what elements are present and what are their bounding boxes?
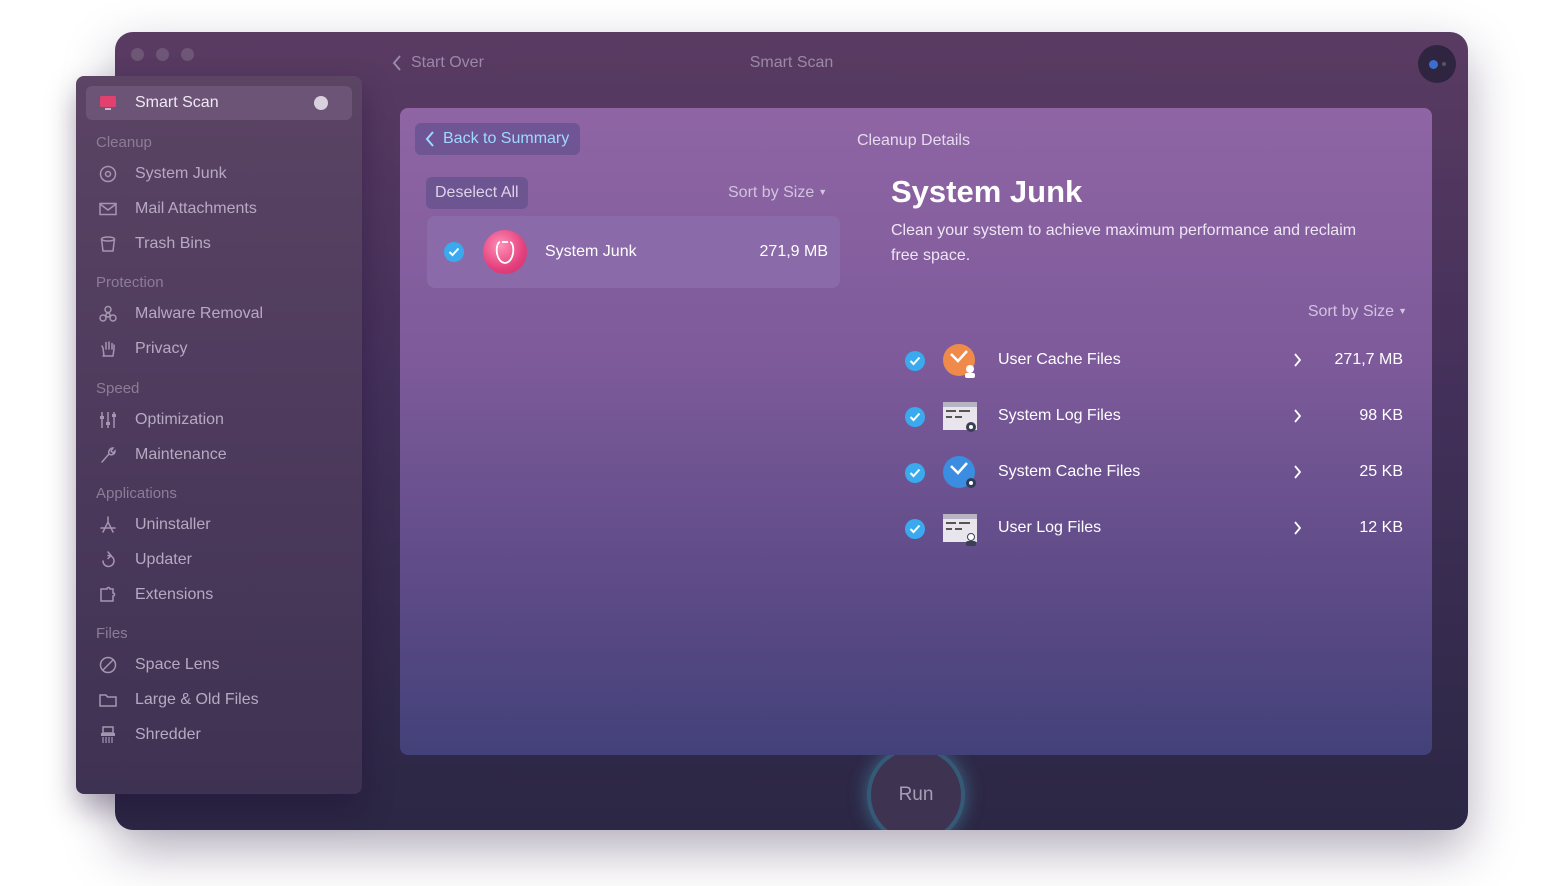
sidebar-item-malware-removal[interactable]: Malware Removal <box>98 304 263 324</box>
sidebar-item-label: Maintenance <box>135 446 227 463</box>
trash-icon <box>98 234 118 254</box>
back-to-summary-label: Back to Summary <box>443 130 570 147</box>
detail-title: System Junk <box>891 174 1083 209</box>
sliders-icon <box>98 410 118 430</box>
sidebar-item-updater[interactable]: Updater <box>98 550 192 570</box>
sidebar-item-extensions[interactable]: Extensions <box>98 585 213 605</box>
category-row-system-junk[interactable]: System Junk 271,9 MB <box>427 216 840 288</box>
detail-row-size: 271,7 MB <box>1334 351 1403 368</box>
detail-row-size: 12 KB <box>1359 519 1403 536</box>
envelope-icon <box>98 199 118 219</box>
sort-by-size-dropdown[interactable]: Sort by Size ▼ <box>728 184 827 202</box>
shredder-icon <box>98 725 118 745</box>
checkbox-checked-icon[interactable] <box>905 351 925 371</box>
category-name: System Junk <box>545 243 637 260</box>
sidebar-item-space-lens[interactable]: Space Lens <box>98 655 220 675</box>
dropdown-caret-icon: ▼ <box>818 187 828 197</box>
sidebar-item-privacy[interactable]: Privacy <box>98 339 187 359</box>
chevron-left-icon <box>425 131 434 147</box>
chevron-right-icon[interactable] <box>1294 353 1302 367</box>
user-cache-icon <box>943 344 975 378</box>
uninstaller-icon <box>98 515 118 535</box>
sidebar-item-system-junk[interactable]: System Junk <box>98 164 227 184</box>
system-log-icon <box>943 402 977 432</box>
window-title: Smart Scan <box>749 54 834 71</box>
checkbox-checked-icon[interactable] <box>444 242 464 262</box>
sidebar-item-label: Privacy <box>135 340 188 357</box>
sidebar-item-label: Smart Scan <box>135 94 219 111</box>
run-button-ring: Run <box>867 746 965 830</box>
wrench-icon <box>98 445 118 465</box>
biohazard-icon <box>98 304 118 324</box>
assistant-button[interactable] <box>1418 45 1456 83</box>
sidebar-item-maintenance[interactable]: Maintenance <box>98 445 227 465</box>
sidebar-item-label: Trash Bins <box>135 235 211 252</box>
chevron-right-icon[interactable] <box>1294 521 1302 535</box>
sidebar-item-optimization[interactable]: Optimization <box>98 410 224 430</box>
checkbox-checked-icon[interactable] <box>905 519 925 539</box>
sidebar-item-label: Extensions <box>135 586 214 603</box>
detail-row-user-cache-files[interactable]: User Cache Files 271,7 MB <box>905 341 1405 381</box>
deselect-all-button[interactable]: Deselect All <box>426 177 528 209</box>
category-size: 271,9 MB <box>759 243 828 260</box>
monitor-icon <box>98 93 118 113</box>
disc-icon <box>98 164 118 184</box>
system-cache-icon <box>943 456 976 488</box>
sort-label: Sort by Size <box>1307 303 1395 320</box>
scan-status-dot <box>314 96 328 110</box>
cleanup-details-panel: Back to Summary Cleanup Details Deselect… <box>400 108 1432 755</box>
lens-icon <box>98 655 118 675</box>
sidebar-item-label: Malware Removal <box>135 305 264 322</box>
hand-icon <box>98 339 118 359</box>
section-speed: Speed <box>96 380 140 397</box>
sidebar: Smart Scan Cleanup System Junk Mail Atta… <box>76 76 362 794</box>
sidebar-item-shredder[interactable]: Shredder <box>98 725 201 745</box>
assistant-dot-icon <box>1428 59 1438 69</box>
detail-row-size: 98 KB <box>1359 407 1403 424</box>
detail-row-name: System Log Files <box>998 407 1121 424</box>
detail-row-name: User Log Files <box>998 519 1102 536</box>
sidebar-item-large-old-files[interactable]: Large & Old Files <box>98 690 259 710</box>
detail-row-name: User Cache Files <box>998 351 1121 368</box>
sidebar-item-label: System Junk <box>135 165 227 182</box>
sidebar-item-smart-scan[interactable]: Smart Scan <box>86 86 352 120</box>
checkbox-checked-icon[interactable] <box>905 407 925 427</box>
detail-row-size: 25 KB <box>1359 463 1403 480</box>
system-junk-icon <box>483 230 527 274</box>
chevron-right-icon[interactable] <box>1294 465 1302 479</box>
user-log-icon <box>943 514 977 546</box>
sidebar-item-label: Mail Attachments <box>135 200 257 217</box>
folder-icon <box>98 690 118 710</box>
detail-row-name: System Cache Files <box>998 463 1141 480</box>
sidebar-item-mail-attachments[interactable]: Mail Attachments <box>98 199 257 219</box>
sidebar-item-label: Optimization <box>135 411 224 428</box>
section-protection: Protection <box>96 274 164 291</box>
sidebar-item-trash-bins[interactable]: Trash Bins <box>98 234 211 254</box>
sidebar-item-label: Large & Old Files <box>135 691 259 708</box>
puzzle-icon <box>98 585 118 605</box>
sidebar-item-label: Space Lens <box>135 656 220 673</box>
section-files: Files <box>96 625 128 642</box>
dropdown-caret-icon: ▼ <box>1398 306 1407 316</box>
assistant-dot-small-icon <box>1441 62 1446 66</box>
update-arrow-icon <box>98 550 118 570</box>
sidebar-item-label: Shredder <box>135 726 201 743</box>
detail-row-user-log-files[interactable]: User Log Files 12 KB <box>905 509 1405 549</box>
sidebar-item-uninstaller[interactable]: Uninstaller <box>98 515 211 535</box>
run-button[interactable]: Run <box>871 750 961 830</box>
checkbox-checked-icon[interactable] <box>905 463 925 483</box>
back-to-summary-button[interactable]: Back to Summary <box>415 123 581 155</box>
sidebar-item-label: Uninstaller <box>135 516 211 533</box>
sort-label: Sort by Size <box>728 184 815 201</box>
detail-row-system-cache-files[interactable]: System Cache Files 25 KB <box>905 453 1405 493</box>
panel-header: Cleanup Details <box>857 132 970 149</box>
detail-sort-by-size-dropdown[interactable]: Sort by Size ▼ <box>1308 303 1407 321</box>
section-applications: Applications <box>96 485 177 502</box>
section-cleanup: Cleanup <box>96 134 152 151</box>
detail-description: Clean your system to achieve maximum per… <box>891 222 1357 264</box>
chevron-right-icon[interactable] <box>1294 409 1302 423</box>
sidebar-item-label: Updater <box>135 551 192 568</box>
detail-row-system-log-files[interactable]: System Log Files 98 KB <box>905 397 1405 437</box>
